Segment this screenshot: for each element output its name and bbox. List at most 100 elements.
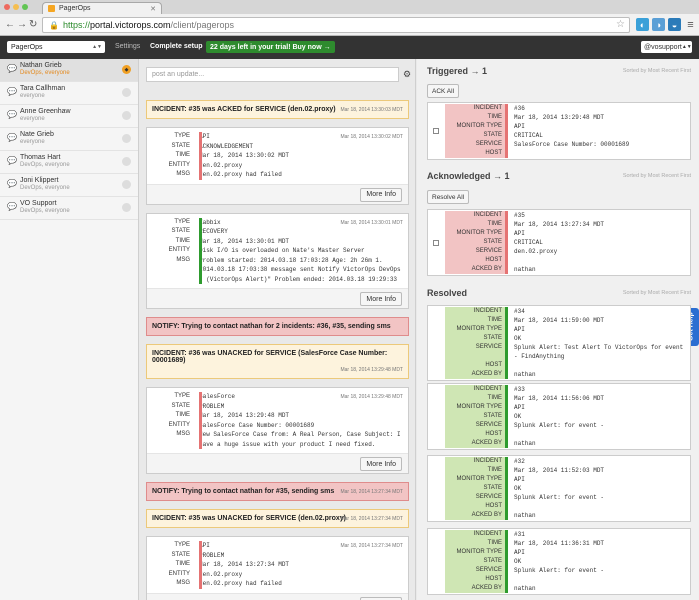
field-value: Disk I/O is overloaded on Nate's Master … [199, 247, 365, 254]
incident-field-key: INCIDENT [445, 104, 505, 113]
status-bar [199, 132, 202, 180]
incident-field-key: TIME [445, 394, 505, 403]
incident-field-key: ACKED BY [445, 511, 505, 520]
url-field[interactable]: 🔒 https:// portal.victorops.com /client/… [42, 17, 630, 33]
gear-icon[interactable]: ⚙ [403, 69, 411, 80]
field-key: MSG [176, 256, 190, 263]
sidebar-person[interactable]: 💬 Nathan Grieb DevOps, everyone ◆ [0, 59, 138, 82]
forward-icon[interactable]: → [17, 19, 27, 30]
sidebar-person[interactable]: 💬 Nate Grieb everyone [0, 128, 138, 151]
field-value: SalesForce Case Number: 00001689 [199, 421, 315, 429]
url-path: /client/pagerops [170, 20, 235, 30]
incident-field-key: ACKED BY [445, 584, 505, 593]
field-key: TYPE [174, 133, 190, 139]
field-value: SalesForce [199, 393, 236, 400]
more-info-button[interactable]: More Info [360, 457, 402, 471]
back-icon[interactable]: ← [5, 19, 15, 30]
field-value: den.02.proxy had failed [199, 580, 282, 587]
incident-field-key: MONITOR TYPE [445, 403, 505, 412]
incident-field-value: nathan [505, 265, 690, 274]
incident-field-key: SERVICE [445, 493, 505, 502]
user-menu[interactable]: @vosupport ▲▼ [641, 41, 692, 53]
incident-field-row: SERVICE Splunk Alert: for event - [445, 566, 690, 575]
complete-setup-link[interactable]: Complete setup [150, 43, 203, 50]
incident-field-key: HOST [445, 575, 505, 584]
sidebar-person[interactable]: 💬 Thomas Hart DevOps, everyone [0, 151, 138, 174]
settings-link[interactable]: Settings [115, 43, 140, 50]
more-info-button[interactable]: More Info [360, 292, 402, 306]
status-bar [199, 541, 202, 589]
menu-icon[interactable]: ≡ [684, 18, 697, 31]
close-window-icon[interactable] [4, 4, 10, 10]
browser-tab[interactable]: PagerOps ✕ [42, 2, 162, 14]
status-bar [199, 217, 202, 284]
extension-icon[interactable]: ◑ [652, 18, 665, 31]
field-value: ACKNOWLEDGEMENT [199, 142, 254, 150]
incident-field-row: SERVICE Splunk Alert: Test Alert To Victo… [445, 343, 690, 361]
field-key: TYPE [174, 218, 190, 225]
incident-field-row: INCIDENT #32 [445, 457, 690, 466]
incident-field-value: #32 [505, 457, 690, 466]
more-info-button[interactable]: More Info [360, 187, 402, 202]
incident-field-value: Mar 18, 2014 11:59:00 MDT [505, 316, 690, 325]
extension-icon[interactable]: ◐ [636, 18, 649, 31]
field-key: TIME [175, 152, 190, 158]
close-tab-icon[interactable]: ✕ [150, 5, 156, 13]
incident-field-row: TIME Mar 18, 2014 13:27:34 MDT [445, 220, 690, 229]
chat-bubble-icon: 💬 [7, 179, 17, 188]
resolve-all-button[interactable]: Resolve All [427, 190, 470, 204]
card-footer: More Info [147, 183, 408, 204]
chat-bubble-icon: 💬 [7, 87, 17, 96]
incident-field-row: MONITOR TYPE API [445, 475, 690, 484]
reload-icon[interactable]: ↻ [29, 19, 37, 30]
more-info-button[interactable]: More Info [360, 596, 402, 600]
field-row: TYPE API [147, 541, 408, 551]
incident-field-value [505, 430, 690, 439]
field-value: New SalesForce Case from: A Real Person,… [199, 431, 401, 448]
banner-text: INCIDENT: #36 was UNACKED for SERVICE (S… [152, 350, 388, 364]
incident-field-row: STATE OK [445, 557, 690, 566]
status-dot [122, 88, 131, 97]
notify-banner: NOTIFY: Trying to contact nathan for 2 i… [146, 317, 409, 336]
bookmark-star-icon[interactable]: ☆ [616, 19, 625, 30]
incident-field-key: TIME [445, 466, 505, 475]
sidebar-person[interactable]: 💬 VO Support DevOps, everyone [0, 197, 138, 220]
org-select[interactable]: PagerOps ▲▼ [7, 41, 105, 53]
field-row: STATE RECOVERY [147, 227, 408, 237]
post-update-input[interactable]: post an update... [146, 67, 399, 82]
incident-field-value: Splunk Alert: for event - [505, 421, 690, 430]
incident-field-value: OK [505, 557, 690, 566]
status-dot [122, 203, 131, 212]
minimize-window-icon[interactable] [13, 4, 19, 10]
incident-field-row: SERVICE den.02.proxy [445, 247, 690, 256]
incident-field-row: ACKED BY nathan [445, 265, 690, 274]
select-checkbox[interactable] [433, 239, 439, 246]
sidebar-person[interactable]: 💬 Joni Klippert DevOps, everyone [0, 174, 138, 197]
incident-field-key: MONITOR TYPE [445, 325, 505, 334]
org-select-value: PagerOps [11, 43, 43, 51]
incident-field-value [505, 575, 690, 584]
app-header: PagerOps ▲▼ Settings Complete setup 22 d… [0, 36, 699, 59]
field-value: RECOVERY [199, 228, 228, 235]
incident-field-value: API [505, 122, 690, 131]
field-value: den.02.proxy had failed [199, 171, 282, 178]
incident-field-row: ACKED BY nathan [445, 370, 690, 379]
sidebar-person[interactable]: 💬 Tara Callhman everyone [0, 82, 138, 105]
ack-all-button[interactable]: ACK All [427, 84, 460, 98]
incident-field-row: SERVICE SalesForce Case Number: 00001689 [445, 140, 690, 149]
incident-field-value: nathan [505, 370, 690, 379]
field-key: MSG [176, 171, 190, 177]
trial-buy-button[interactable]: 22 days left in your trial! Buy now → [206, 41, 335, 53]
incident-field-row: TIME Mar 18, 2014 11:36:31 MDT [445, 539, 690, 548]
incident-field-row: STATE OK [445, 412, 690, 421]
maximize-window-icon[interactable] [22, 4, 28, 10]
incident-field-row: SERVICE Splunk Alert: for event - [445, 493, 690, 502]
sidebar-person[interactable]: 💬 Anne Greenhaw everyone [0, 105, 138, 128]
select-checkbox[interactable] [433, 128, 439, 134]
field-key: ENTITY [168, 247, 190, 253]
extension-icon[interactable]: ◒ [668, 18, 681, 31]
banner-text: INCIDENT: #35 was UNACKED for SERVICE (d… [152, 515, 346, 522]
favicon-icon [48, 5, 55, 12]
window-controls[interactable] [4, 4, 28, 10]
card-fields: TYPE Zabbix STATE RECOVERY TIME Mar 18, 2014 … [147, 214, 408, 289]
